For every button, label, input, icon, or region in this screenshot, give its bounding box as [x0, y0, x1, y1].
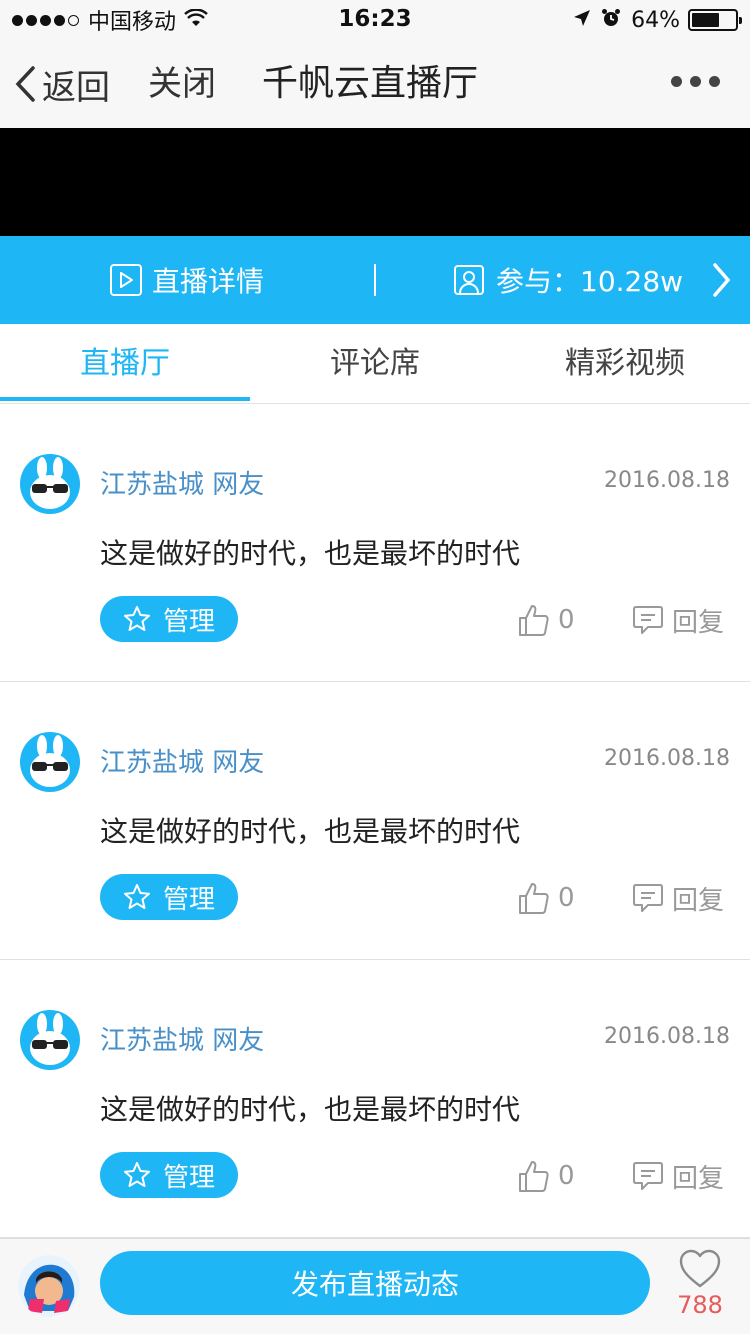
- alarm-icon: [601, 8, 621, 33]
- live-detail-button[interactable]: 直播详情: [110, 258, 264, 302]
- post-content: 这是做好的时代，也是最坏的时代: [100, 1093, 521, 1126]
- publish-live-update-button[interactable]: 发布直播动态: [100, 1251, 650, 1315]
- participants-label: 参与：10.28w: [496, 265, 684, 298]
- back-label: 返回: [42, 67, 110, 108]
- tab-highlight-videos[interactable]: 精彩视频: [500, 324, 750, 404]
- list-item: 江苏盐城 网友 2016.08.18 这是做好的时代，也是最坏的时代 管理 0 …: [0, 682, 750, 960]
- tab-live-hall[interactable]: 直播厅: [0, 324, 250, 404]
- star-icon: [123, 884, 150, 909]
- reply-button[interactable]: 回复: [632, 600, 724, 640]
- like-count: 0: [558, 1161, 575, 1191]
- avatar[interactable]: [20, 732, 80, 792]
- more-dot: [709, 76, 720, 87]
- navigation-bar: 返回 关闭 千帆云直播厅: [0, 40, 750, 128]
- reply-button[interactable]: 回复: [632, 1156, 724, 1196]
- divider: [374, 264, 376, 296]
- post-date: 2016.08.18: [604, 1024, 730, 1049]
- more-button[interactable]: [663, 76, 720, 87]
- status-bar: 中国移动 16:23 64%: [0, 0, 750, 40]
- list-item: 江苏盐城 网友 2016.08.18 这是做好的时代，也是最坏的时代 管理 0 …: [0, 404, 750, 682]
- manage-label: 管理: [162, 606, 215, 637]
- play-icon: [110, 264, 142, 296]
- page-title: 千帆云直播厅: [262, 63, 479, 104]
- battery-percent: 64%: [631, 7, 680, 33]
- manage-button[interactable]: 管理: [100, 874, 238, 920]
- post-date: 2016.08.18: [604, 468, 730, 493]
- user-avatar[interactable]: [18, 1255, 80, 1317]
- person-icon: [454, 265, 484, 295]
- reply-label: 回复: [672, 885, 725, 916]
- thumbs-up-icon: [519, 605, 549, 636]
- post-content: 这是做好的时代，也是最坏的时代: [100, 815, 521, 848]
- thumbs-up-icon: [519, 883, 549, 914]
- active-tab-indicator: [0, 397, 250, 401]
- battery-level: [692, 13, 719, 27]
- live-info-bar: 直播详情 参与：10.28w: [0, 236, 750, 324]
- like-button[interactable]: 0: [518, 878, 575, 918]
- battery-icon: [688, 9, 742, 31]
- bottom-action-bar: 发布直播动态 788: [0, 1238, 750, 1334]
- status-right: 64%: [573, 6, 742, 34]
- comment-icon: [633, 606, 663, 634]
- chevron-right-icon[interactable]: [712, 262, 732, 302]
- manage-button[interactable]: 管理: [100, 1152, 238, 1198]
- post-date: 2016.08.18: [604, 746, 730, 771]
- tab-comments[interactable]: 评论席: [250, 324, 500, 404]
- live-detail-label: 直播详情: [152, 265, 265, 298]
- chevron-left-icon: [15, 66, 35, 102]
- participants-button[interactable]: 参与：10.28w: [454, 258, 683, 302]
- live-video-player[interactable]: [0, 128, 750, 236]
- manage-button[interactable]: 管理: [100, 596, 238, 642]
- thumbs-up-icon: [519, 1161, 549, 1192]
- username[interactable]: 江苏盐城 网友: [100, 742, 264, 779]
- back-button[interactable]: 返回: [14, 62, 110, 108]
- more-dot: [671, 76, 682, 87]
- reply-label: 回复: [672, 1163, 725, 1194]
- like-count: 0: [558, 605, 575, 635]
- star-icon: [123, 1162, 150, 1187]
- manage-label: 管理: [162, 1162, 215, 1193]
- avatar[interactable]: [20, 454, 80, 514]
- like-button[interactable]: 0: [518, 1156, 575, 1196]
- close-button[interactable]: 关闭: [148, 62, 216, 106]
- comment-icon: [633, 1162, 663, 1190]
- star-icon: [123, 606, 150, 631]
- heart-icon[interactable]: [678, 1249, 722, 1289]
- reply-button[interactable]: 回复: [632, 878, 724, 918]
- username[interactable]: 江苏盐城 网友: [100, 464, 264, 501]
- comment-icon: [633, 884, 663, 912]
- more-dot: [690, 76, 701, 87]
- manage-label: 管理: [162, 884, 215, 915]
- username[interactable]: 江苏盐城 网友: [100, 1020, 264, 1057]
- heart-count: 788: [677, 1291, 723, 1319]
- like-button[interactable]: 0: [518, 600, 575, 640]
- like-count: 0: [558, 883, 575, 913]
- reply-label: 回复: [672, 607, 725, 638]
- avatar[interactable]: [20, 1010, 80, 1070]
- list-item: 江苏盐城 网友 2016.08.18 这是做好的时代，也是最坏的时代 管理 0 …: [0, 960, 750, 1238]
- post-content: 这是做好的时代，也是最坏的时代: [100, 537, 521, 570]
- location-arrow-icon: [573, 8, 591, 32]
- tab-bar: 直播厅 评论席 精彩视频: [0, 324, 750, 404]
